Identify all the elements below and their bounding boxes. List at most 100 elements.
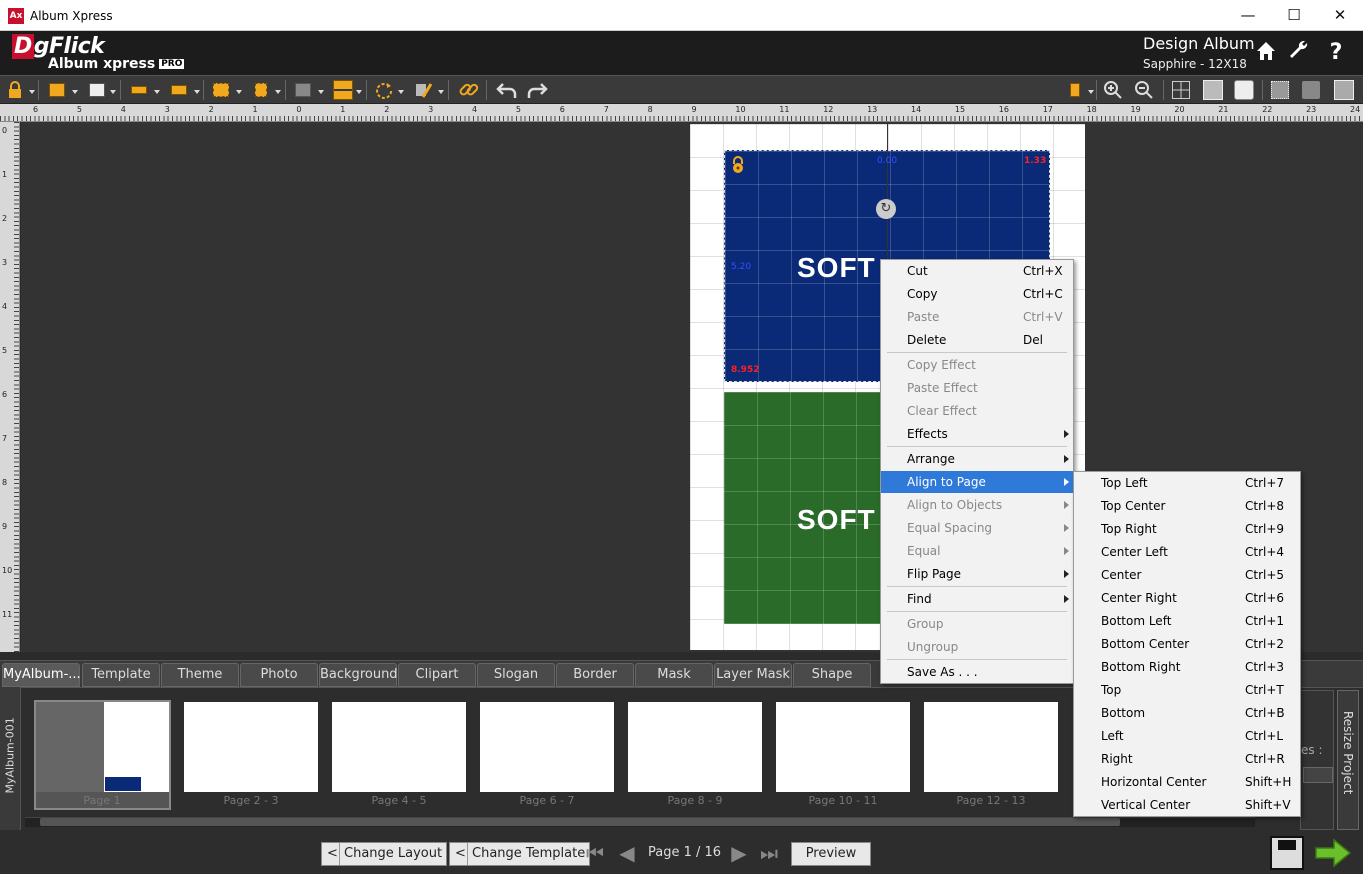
resize-icon[interactable]	[248, 79, 274, 101]
tab-background[interactable]: Background	[319, 663, 398, 687]
lock-icon[interactable]	[731, 156, 745, 174]
zoom-in-icon[interactable]	[1100, 79, 1126, 101]
page-thumbnail[interactable]	[776, 702, 910, 792]
save-icon[interactable]	[1270, 836, 1304, 870]
menu-item-copy-effect[interactable]: Copy Effect	[881, 354, 1073, 376]
fit-page-icon[interactable]	[1267, 79, 1293, 101]
menu-item-cut[interactable]: Cut Ctrl+X	[881, 260, 1073, 282]
tab-template[interactable]: Template	[82, 663, 160, 687]
redo-icon[interactable]	[524, 79, 550, 101]
submenu-item-bottom-center[interactable]: Bottom Center Ctrl+2	[1074, 633, 1300, 655]
fine-grid-icon[interactable]	[1200, 79, 1226, 101]
page-thumbnail[interactable]	[924, 702, 1058, 792]
rotate-icon[interactable]	[371, 79, 397, 101]
scrollbar-thumb[interactable]	[40, 818, 1120, 826]
menu-item-ungroup[interactable]: Ungroup	[881, 636, 1073, 658]
submenu-item-center-left[interactable]: Center Left Ctrl+4	[1074, 541, 1300, 563]
tile-layout-icon[interactable]	[330, 79, 356, 101]
zoom-out-icon[interactable]	[1131, 79, 1157, 101]
submenu-item-top-left[interactable]: Top Left Ctrl+7	[1074, 472, 1300, 494]
menu-item-paste-effect[interactable]: Paste Effect	[881, 377, 1073, 399]
tab-slogan[interactable]: Slogan	[477, 663, 555, 687]
resize-project-button[interactable]: Resize Project	[1337, 690, 1359, 830]
menu-item-align-to-page[interactable]: Align to Page	[881, 471, 1073, 493]
tab-mask[interactable]: Mask	[635, 663, 713, 687]
move-icon[interactable]	[1298, 79, 1324, 101]
tab-theme[interactable]: Theme	[161, 663, 239, 687]
menu-item-shortcut: Ctrl+1	[1245, 614, 1285, 628]
submenu-item-bottom-left[interactable]: Bottom Left Ctrl+1	[1074, 610, 1300, 632]
help-icon[interactable]: ?	[1322, 39, 1350, 67]
tab-clipart[interactable]: Clipart	[398, 663, 476, 687]
options-dropdown[interactable]	[1303, 767, 1333, 783]
send-backward-icon[interactable]	[84, 79, 110, 101]
ruler-tick-label: 24	[1350, 105, 1361, 114]
change-layout-button[interactable]: < Change Layout	[321, 842, 448, 866]
submenu-item-center-right[interactable]: Center Right Ctrl+6	[1074, 587, 1300, 609]
tab-photo[interactable]: Photo	[240, 663, 318, 687]
submenu-item-vertical-center[interactable]: Vertical Center Shift+V	[1074, 794, 1300, 816]
page-thumbnail[interactable]	[184, 702, 318, 792]
submenu-item-horizontal-center[interactable]: Horizontal Center Shift+H	[1074, 771, 1300, 793]
menu-item-effects[interactable]: Effects	[881, 423, 1073, 445]
submenu-item-top-right[interactable]: Top Right Ctrl+9	[1074, 518, 1300, 540]
menu-item-paste[interactable]: Paste Ctrl+V	[881, 306, 1073, 328]
dimension-label: 5.20	[731, 262, 752, 272]
menu-item-arrange[interactable]: Arrange	[881, 448, 1073, 470]
submenu-item-top-center[interactable]: Top Center Ctrl+8	[1074, 495, 1300, 517]
menu-item-delete[interactable]: Delete Del	[881, 329, 1073, 351]
submenu-item-top[interactable]: Top Ctrl+T	[1074, 679, 1300, 701]
wrench-icon[interactable]	[1285, 39, 1313, 67]
page-thumbnail[interactable]	[628, 702, 762, 792]
submenu-item-center[interactable]: Center Ctrl+5	[1074, 564, 1300, 586]
preview-button[interactable]: Preview	[791, 842, 871, 866]
maximize-button[interactable]: ☐	[1271, 0, 1317, 31]
tab-border[interactable]: Border	[556, 663, 634, 687]
align-center-icon[interactable]	[166, 79, 192, 101]
submenu-item-bottom[interactable]: Bottom Ctrl+B	[1074, 702, 1300, 724]
submenu-item-bottom-right[interactable]: Bottom Right Ctrl+3	[1074, 656, 1300, 678]
grid-layout-icon[interactable]	[290, 79, 316, 101]
menu-item-align-to-objects[interactable]: Align to Objects	[881, 494, 1073, 516]
lock-icon[interactable]	[2, 79, 28, 101]
menu-item-save-as[interactable]: Save As . . .	[881, 661, 1073, 683]
undo-icon[interactable]	[494, 79, 520, 101]
tab-myalbum[interactable]: MyAlbum-...	[2, 663, 81, 687]
edit-image-icon[interactable]	[410, 79, 436, 101]
submenu-item-left[interactable]: Left Ctrl+L	[1074, 725, 1300, 747]
menu-item-equal[interactable]: Equal	[881, 540, 1073, 562]
change-template-button[interactable]: < Change Template	[449, 842, 591, 866]
distribute-icon[interactable]	[208, 79, 234, 101]
tab-shape[interactable]: Shape	[793, 663, 871, 687]
fullscreen-icon[interactable]	[1331, 79, 1357, 101]
menu-item-copy[interactable]: Copy Ctrl+C	[881, 283, 1073, 305]
menu-item-equal-spacing[interactable]: Equal Spacing	[881, 517, 1073, 539]
prev-page-icon[interactable]: ◀	[616, 842, 638, 866]
page-thumbnail[interactable]	[332, 702, 466, 792]
next-arrow-icon[interactable]	[1314, 838, 1352, 868]
close-button[interactable]: ✕	[1317, 0, 1363, 31]
show-grid-icon[interactable]	[1168, 79, 1194, 101]
bring-forward-icon[interactable]	[44, 79, 70, 101]
page-thumbnail[interactable]	[480, 702, 614, 792]
menu-item-label: Center Left	[1101, 545, 1168, 559]
menu-item-flip-page[interactable]: Flip Page	[881, 563, 1073, 585]
submenu-item-right[interactable]: Right Ctrl+R	[1074, 748, 1300, 770]
next-page-icon[interactable]: ▶	[728, 842, 750, 866]
spread-view-icon[interactable]	[1231, 79, 1257, 101]
link-icon[interactable]	[456, 79, 482, 101]
minimize-button[interactable]: —	[1225, 0, 1271, 31]
home-icon[interactable]	[1252, 39, 1280, 67]
menu-item-find[interactable]: Find	[881, 588, 1073, 610]
first-page-icon[interactable]: ⏮	[584, 842, 606, 866]
align-left-icon[interactable]	[126, 79, 152, 101]
menu-item-shortcut: Shift+H	[1245, 775, 1292, 789]
menu-item-clear-effect[interactable]: Clear Effect	[881, 400, 1073, 422]
menu-separator	[887, 659, 1067, 660]
last-page-icon[interactable]: ⏭	[758, 842, 780, 866]
menu-item-group[interactable]: Group	[881, 613, 1073, 635]
page-label: Page 2 - 3	[223, 794, 279, 807]
tab-layer-mask[interactable]: Layer Mask	[714, 663, 792, 687]
rotate-handle-icon[interactable]: ↻	[876, 199, 896, 219]
arrange-icon[interactable]	[1062, 79, 1088, 101]
